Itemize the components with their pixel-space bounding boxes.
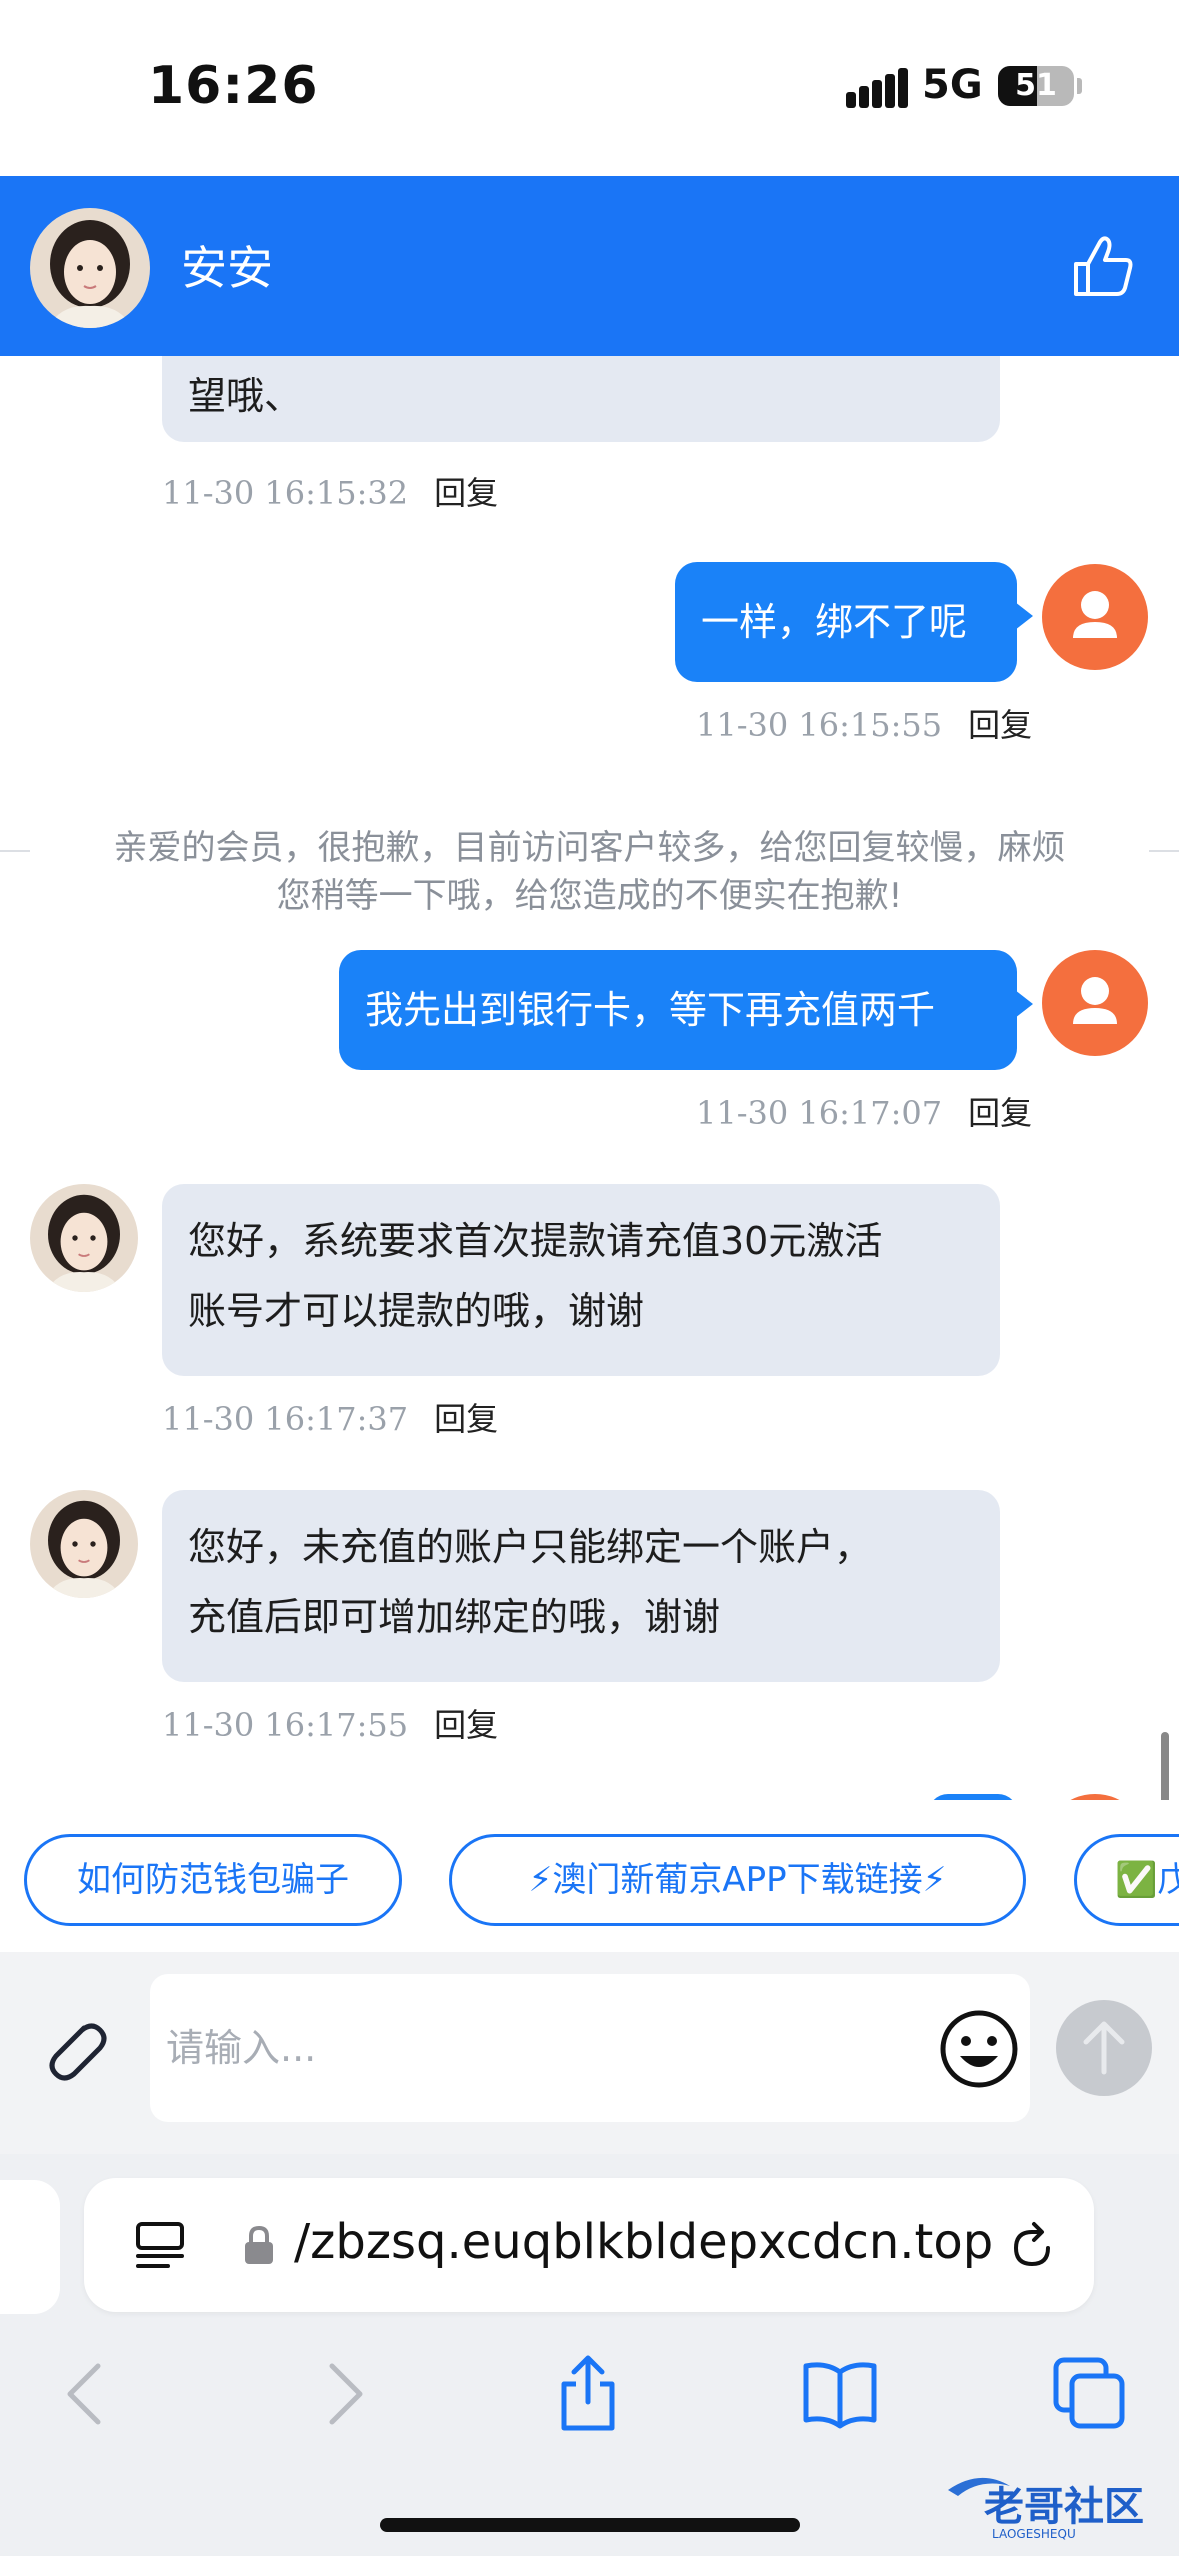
- home-indicator: [380, 2518, 800, 2532]
- screen: 16:26 5G 51 安安 望哦、 11-30 16:15:32 回复 一样，…: [0, 0, 1179, 2556]
- reload-icon[interactable]: [1004, 2218, 1060, 2274]
- message-line: 账号才可以提款的哦，谢谢: [188, 1289, 645, 1333]
- message-text: 一样，绑不了呢: [701, 600, 968, 644]
- contact-name: 安安: [181, 241, 273, 295]
- message-meta: 11-30 16:17:07 回复: [696, 1088, 1032, 1134]
- message-text: 我先出到银行卡，等下再充值两千: [365, 988, 936, 1032]
- message-meta: 11-30 16:17:55 回复: [162, 1700, 498, 1746]
- chat-header: 安安: [0, 176, 1179, 356]
- status-time: 16:26: [148, 56, 319, 116]
- battery-tip: [1077, 78, 1082, 94]
- user-message-bubble: 一样，绑不了呢: [675, 562, 1033, 682]
- send-icon: [1083, 2021, 1125, 2075]
- bookmarks-icon[interactable]: [800, 2354, 880, 2434]
- send-button[interactable]: [1056, 2000, 1152, 2096]
- message-time: 11-30 16:17:07: [696, 1094, 943, 1132]
- attach-icon[interactable]: [34, 2008, 114, 2088]
- previous-tab[interactable]: [0, 2180, 60, 2314]
- like-icon[interactable]: [1068, 232, 1138, 302]
- network-type: 5G: [922, 62, 983, 108]
- user-message-bubble: 我先出到银行卡，等下再充值两千: [339, 950, 1033, 1070]
- tabs-icon[interactable]: [1050, 2354, 1130, 2434]
- message-text: 望哦、: [188, 374, 303, 418]
- user-icon: [1073, 591, 1117, 638]
- message-composer: [0, 1952, 1179, 2154]
- user-avatar: [1042, 564, 1148, 670]
- back-icon[interactable]: [48, 2354, 128, 2434]
- message-line: 您好，系统要求首次提款请充值30元激活: [188, 1219, 883, 1263]
- browser-address-area: /zbzsq.euqblkbldepxcdcn.top: [0, 2154, 1179, 2324]
- agent-message-bubble: 您好，系统要求首次提款请充值30元激活 账号才可以提款的哦，谢谢: [162, 1184, 1000, 1376]
- message-time: 11-30 16:15:55: [696, 706, 943, 744]
- message-meta: 11-30 16:15:32 回复: [162, 468, 498, 514]
- message-line: 您好，未充值的账户只能绑定一个账户，: [188, 1525, 873, 1569]
- reply-link[interactable]: 回复: [968, 706, 1032, 744]
- system-notice-line: 您稍等一下哦，给您造成的不便实在抱歉!: [276, 876, 903, 916]
- message-time: 11-30 16:17:37: [162, 1400, 409, 1438]
- reader-icon[interactable]: [134, 2220, 188, 2270]
- message-time: 11-30 16:17:55: [162, 1706, 409, 1744]
- watermark-logo: 老哥社区 LAOGESHEQU: [940, 2462, 1170, 2542]
- agent-message-bubble: 您好，未充值的账户只能绑定一个账户， 充值后即可增加绑定的哦，谢谢: [162, 1490, 1000, 1682]
- watermark-title: 老哥社区: [984, 2484, 1144, 2530]
- scrollbar[interactable]: [1161, 1732, 1169, 1800]
- emoji-icon[interactable]: [938, 2008, 1020, 2090]
- quick-reply-chip[interactable]: ✅戊: [1074, 1834, 1179, 1926]
- user-avatar: [1042, 950, 1148, 1056]
- message-meta: 11-30 16:17:37 回复: [162, 1394, 498, 1440]
- user-icon: [1073, 977, 1117, 1024]
- reply-link[interactable]: 回复: [434, 1400, 498, 1438]
- message-input[interactable]: [150, 1974, 1030, 2122]
- system-notice: 亲爱的会员，很抱歉，目前访问客户较多，给您回复较慢，麻烦 您稍等一下哦，给您造成…: [0, 824, 1179, 920]
- share-icon[interactable]: [548, 2354, 628, 2434]
- chat-list[interactable]: 望哦、 11-30 16:15:32 回复 一样，绑不了呢 11-30 16:15…: [0, 356, 1179, 1800]
- signal-icon: [846, 66, 908, 108]
- reply-link[interactable]: 回复: [434, 1706, 498, 1744]
- contact-avatar[interactable]: [30, 208, 150, 328]
- agent-avatar: [30, 1184, 138, 1292]
- battery-icon: 51: [998, 66, 1074, 106]
- battery-percent: 51: [1015, 68, 1057, 103]
- watermark-subtitle: LAOGESHEQU: [992, 2527, 1076, 2541]
- message-time: 11-30 16:15:32: [162, 474, 409, 512]
- status-bar: 16:26 5G 51: [0, 0, 1179, 176]
- agent-message-bubble: 望哦、: [162, 356, 1000, 442]
- quick-reply-chip[interactable]: ⚡澳门新葡京APP下载链接⚡: [449, 1834, 1026, 1926]
- forward-icon[interactable]: [302, 2354, 382, 2434]
- address-bar[interactable]: /zbzsq.euqblkbldepxcdcn.top: [84, 2178, 1094, 2312]
- quick-reply-chip[interactable]: 如何防范钱包骗子: [24, 1834, 402, 1926]
- reply-link[interactable]: 回复: [434, 474, 498, 512]
- lock-icon: [245, 2225, 273, 2264]
- agent-avatar: [30, 1490, 138, 1598]
- quick-reply-bar[interactable]: 如何防范钱包骗子 ⚡澳门新葡京APP下载链接⚡ ✅戊: [0, 1800, 1179, 1952]
- system-notice-line: 亲爱的会员，很抱歉，目前访问客户较多，给您回复较慢，麻烦: [113, 828, 1066, 868]
- watermark-icon: 老哥社区 LAOGESHEQU: [948, 2477, 1144, 2541]
- url-text[interactable]: /zbzsq.euqblkbldepxcdcn.top: [294, 2214, 993, 2270]
- reply-link[interactable]: 回复: [968, 1094, 1032, 1132]
- message-meta: 11-30 16:15:55 回复: [696, 700, 1032, 746]
- message-line: 充值后即可增加绑定的哦，谢谢: [188, 1595, 721, 1639]
